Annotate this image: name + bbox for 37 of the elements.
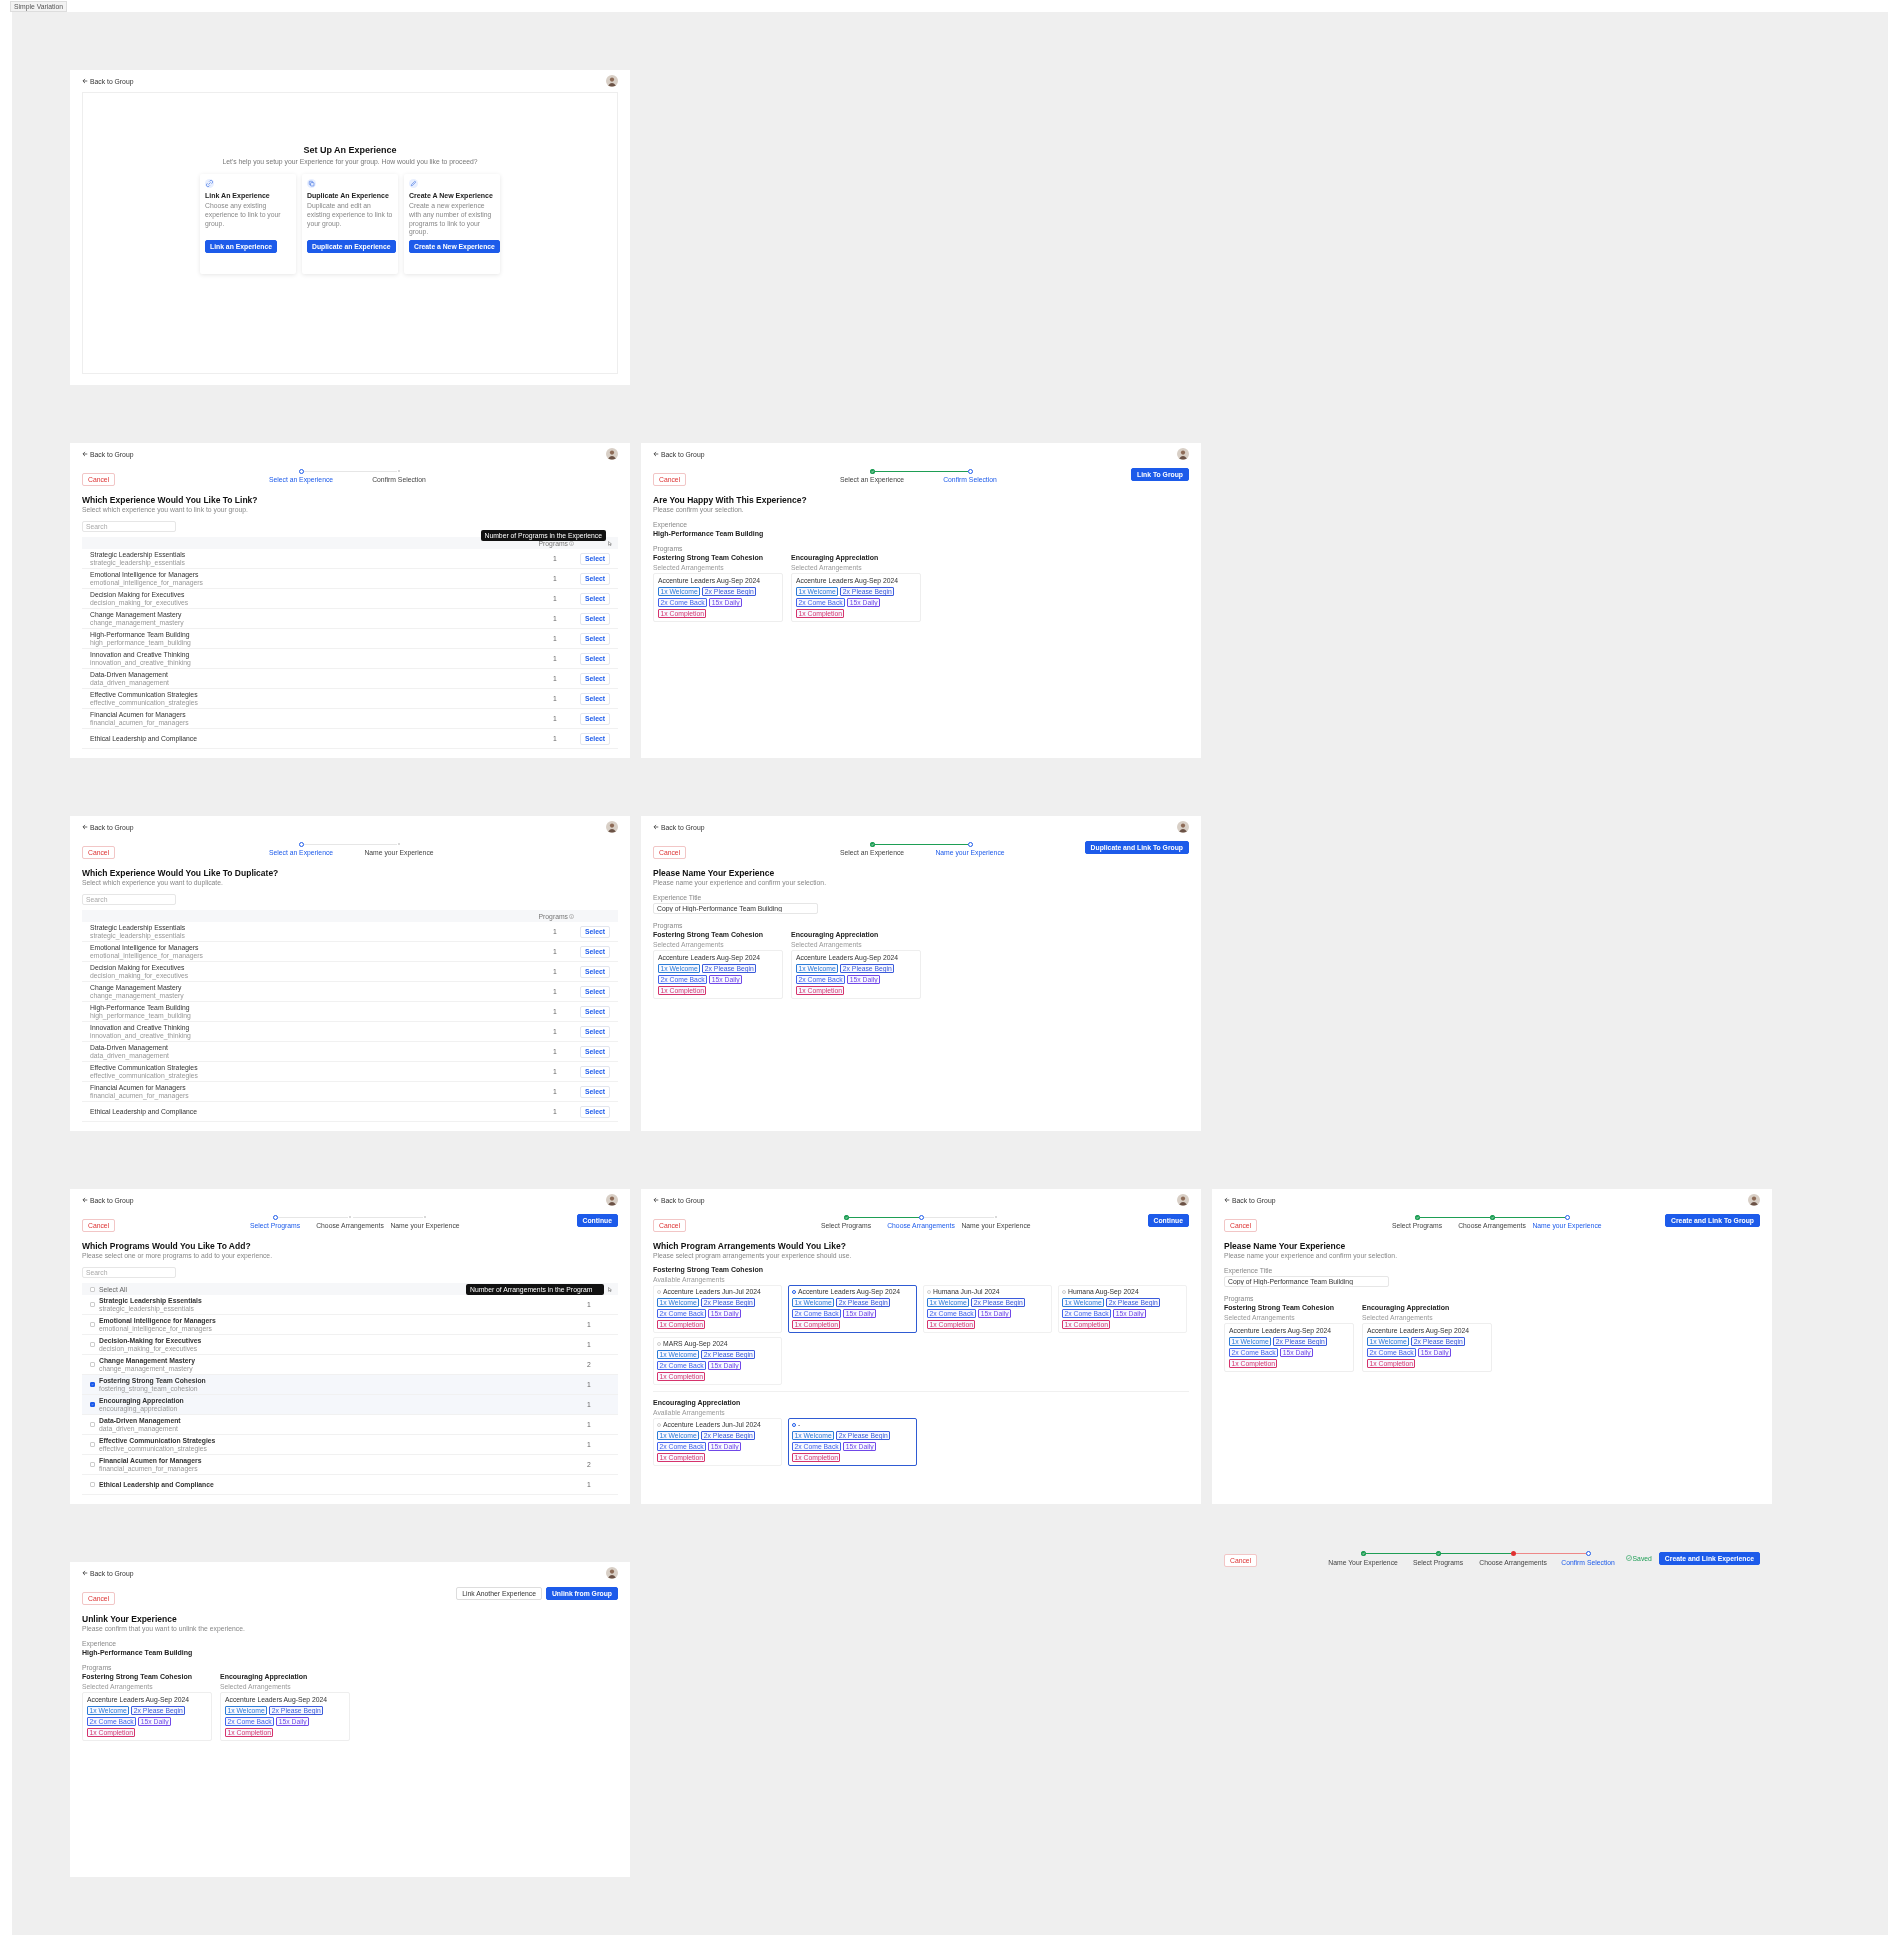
avatar-icon[interactable] (606, 75, 618, 87)
page-title: Please Name Your Experience (653, 868, 776, 878)
cursor-icon (608, 541, 612, 546)
cursor-icon (608, 1287, 612, 1292)
info-icon (569, 540, 574, 546)
info-icon (569, 913, 574, 919)
avatar-icon[interactable] (1748, 1194, 1760, 1206)
checkbox[interactable] (90, 1382, 95, 1387)
avatar-icon[interactable] (1177, 448, 1189, 460)
page-title: Which Programs Would You Like To Add? (82, 1241, 252, 1251)
avatar-icon[interactable] (606, 821, 618, 833)
page-title: Which Experience Would You Like To Link? (82, 495, 259, 505)
avatar-icon[interactable] (1177, 1194, 1189, 1206)
avatar-icon[interactable] (1177, 821, 1189, 833)
arrow-left-icon (82, 824, 88, 830)
arrow-left-icon (653, 824, 659, 830)
copy-icon (307, 179, 316, 188)
arrow-left-icon (1224, 1197, 1230, 1203)
pencil-icon (409, 179, 418, 188)
avatar-icon[interactable] (606, 1194, 618, 1206)
page-title: Are You Happy With This Experience? (653, 495, 808, 505)
checkbox[interactable] (90, 1402, 95, 1407)
page-title: Unlink Your Experience (82, 1614, 178, 1624)
arrow-left-icon (653, 1197, 659, 1203)
page-title: Set Up An Experience (303, 145, 397, 155)
arrow-left-icon (82, 78, 88, 84)
page-title: Which Experience Would You Like To Duplicate? (82, 868, 280, 878)
arrow-left-icon (82, 1570, 88, 1576)
link-icon (205, 179, 214, 188)
arrow-left-icon (82, 1197, 88, 1203)
page-title: Which Program Arrangements Would You Like? (653, 1241, 847, 1251)
avatar-icon[interactable] (606, 448, 618, 460)
arrow-left-icon (82, 451, 88, 457)
arrow-left-icon (653, 451, 659, 457)
check-circle-icon (1625, 1555, 1632, 1561)
avatar-icon[interactable] (606, 1567, 618, 1579)
page-title: Please Name Your Experience (1224, 1241, 1347, 1251)
